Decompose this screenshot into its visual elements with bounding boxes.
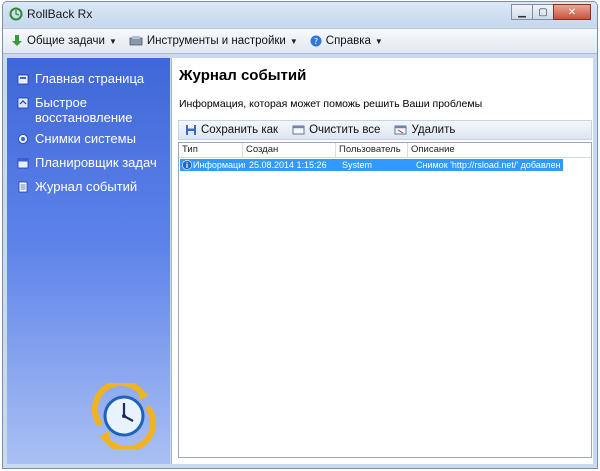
sidebar-item-quick-restore[interactable]: Быстрое восстановление (17, 95, 133, 125)
sidebar-item-label: Снимки системы (35, 131, 136, 146)
svg-text:?: ? (314, 37, 318, 46)
save-icon (186, 125, 196, 135)
download-arrow-icon (12, 35, 22, 46)
sidebar: Главная страница Быстрое восстановление … (7, 58, 170, 464)
app-window: RollBack Rx ▁ ▢ ✕ Общие задачи ▼ Инструм… (2, 1, 598, 469)
column-header-created[interactable]: Создан (243, 143, 336, 158)
chevron-down-icon: ▼ (374, 36, 383, 46)
menu-label: Общие задачи (27, 35, 105, 47)
maximize-button[interactable]: ▢ (532, 4, 554, 20)
delete-button[interactable]: Удалить (394, 124, 455, 136)
home-icon (17, 74, 29, 85)
menu-general-tasks[interactable]: Общие задачи ▼ (11, 35, 117, 47)
page-title: Журнал событий (179, 67, 307, 84)
menu-label: Инструменты и настройки (146, 35, 286, 47)
clear-all-label: Очистить все (309, 124, 381, 136)
toolbar: Сохранить как Очистить все Удалить (178, 120, 592, 140)
clear-icon (292, 125, 305, 135)
table-header: Тип Создан Пользователь Описание (179, 143, 591, 158)
cell-type: Информация (193, 160, 245, 170)
sidebar-item-label-line1: Быстрое (35, 95, 88, 110)
sidebar-item-label: Журнал событий (35, 179, 138, 194)
clear-all-button[interactable]: Очистить все (292, 124, 380, 136)
column-header-type[interactable]: Тип (179, 143, 243, 158)
sidebar-item-snapshots[interactable]: Снимки системы (17, 131, 136, 146)
delete-label: Удалить (411, 124, 456, 136)
save-as-button[interactable]: Сохранить как (185, 124, 278, 136)
chevron-down-icon: ▼ (289, 36, 298, 46)
chevron-down-icon: ▼ (108, 36, 117, 46)
main-content: Журнал событий Информация, которая может… (171, 58, 593, 464)
delete-icon (395, 125, 407, 135)
table-row[interactable]: Информация 25.08.2014 1:15:26 System Сни… (180, 159, 563, 171)
clock-logo-icon (91, 383, 157, 449)
help-globe-icon: ? (310, 35, 322, 47)
event-table[interactable]: Тип Создан Пользователь Описание Информа… (178, 142, 592, 458)
sidebar-item-home[interactable]: Главная страница (17, 71, 144, 86)
window-title: RollBack Rx (27, 7, 93, 21)
column-header-description[interactable]: Описание (408, 143, 593, 158)
page-subtitle: Информация, которая может поможь решить … (179, 98, 483, 110)
cell-user: System (342, 160, 373, 170)
minimize-button[interactable]: ▁ (511, 4, 533, 20)
sidebar-item-label: Главная страница (35, 71, 145, 86)
cell-description: Снимок 'http://rsload.net/' добавлен (416, 160, 561, 170)
app-logo-icon (9, 7, 23, 21)
close-button[interactable]: ✕ (553, 4, 591, 20)
info-icon (182, 160, 192, 170)
menu-tools-settings[interactable]: Инструменты и настройки ▼ (129, 35, 298, 47)
column-header-user[interactable]: Пользователь (336, 143, 408, 158)
menu-help[interactable]: ? Справка ▼ (310, 35, 383, 47)
sidebar-item-label-line2: восстановление (35, 110, 133, 125)
scheduler-icon (17, 158, 29, 169)
sidebar-item-event-log[interactable]: Журнал событий (17, 179, 137, 194)
menu-label: Справка (325, 35, 371, 47)
menu-bar: Общие задачи ▼ Инструменты и настройки ▼… (3, 28, 597, 54)
cell-created: 25.08.2014 1:15:26 (249, 160, 327, 170)
title-bar[interactable]: RollBack Rx ▁ ▢ ✕ (3, 2, 597, 26)
save-as-label: Сохранить как (201, 124, 279, 136)
log-icon (18, 181, 28, 193)
sidebar-item-scheduler[interactable]: Планировщик задач (17, 155, 157, 170)
tools-icon (129, 36, 143, 46)
sidebar-item-label: Планировщик задач (35, 155, 157, 170)
snapshot-icon (18, 134, 28, 144)
restore-icon (17, 97, 29, 109)
